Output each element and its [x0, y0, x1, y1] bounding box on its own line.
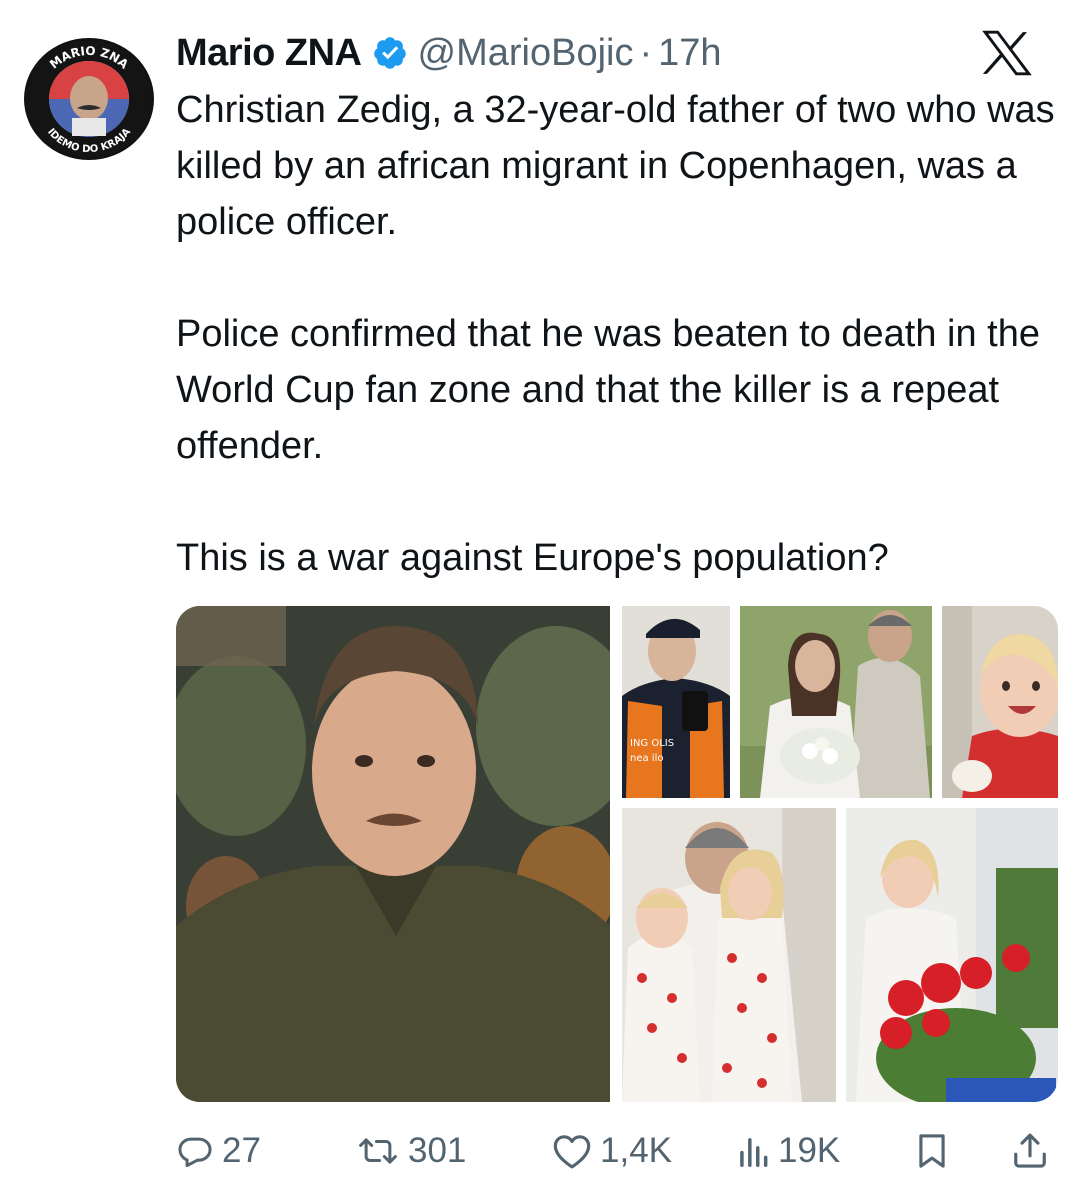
image-toddler[interactable]: [942, 606, 1058, 798]
media-grid[interactable]: ING OLIS nea ilo: [176, 606, 1058, 1102]
action-bar: 27 301 1,4K 19K: [176, 1122, 1058, 1180]
views-button[interactable]: 19K: [736, 1122, 840, 1180]
reply-button[interactable]: 27: [176, 1122, 261, 1180]
image-father-daughters[interactable]: [622, 808, 836, 1102]
heart-icon: [553, 1135, 591, 1169]
verified-badge-icon: [373, 37, 406, 69]
handle[interactable]: @MarioBojic: [418, 32, 634, 75]
views-count: 19K: [778, 1131, 841, 1170]
like-count: 1,4K: [600, 1131, 672, 1170]
share-button[interactable]: [1012, 1122, 1048, 1180]
x-logo-icon: [982, 30, 1032, 76]
svg-text:ING OLIS: ING OLIS: [630, 738, 674, 749]
tweet-header: Mario ZNA @MarioBojic · 17h: [176, 28, 722, 78]
tweet-paragraph-3: This is a war against Europe's populatio…: [176, 537, 889, 579]
image-girl-flowers[interactable]: [846, 808, 1058, 1102]
separator-dot: ·: [639, 31, 653, 74]
views-icon: [740, 1138, 768, 1167]
reply-count: 27: [222, 1131, 261, 1170]
tweet-text: Christian Zedig, a 32-year-old father of…: [176, 82, 1066, 586]
avatar-image: MARIO ZNA IDEMO DO KRAJA: [26, 40, 152, 158]
bookmark-button[interactable]: [916, 1122, 948, 1180]
avatar[interactable]: MARIO ZNA IDEMO DO KRAJA: [24, 38, 154, 160]
tweet-paragraph-2: Police confirmed that he was beaten to d…: [176, 313, 1040, 467]
display-name[interactable]: Mario ZNA: [176, 32, 362, 75]
repost-button[interactable]: 301: [356, 1122, 466, 1180]
repost-count: 301: [408, 1131, 467, 1170]
reply-icon: [178, 1137, 212, 1168]
image-portrait[interactable]: [176, 606, 610, 1102]
share-icon: [1014, 1133, 1046, 1168]
tweet: MARIO ZNA IDEMO DO KRAJA Mario ZNA @Mari…: [0, 0, 1083, 1200]
repost-icon: [359, 1138, 397, 1164]
bookmark-icon: [919, 1134, 945, 1168]
image-wedding[interactable]: [740, 606, 932, 798]
timestamp[interactable]: 17h: [658, 32, 721, 75]
svg-text:nea ilo: nea ilo: [630, 753, 663, 764]
like-button[interactable]: 1,4K: [552, 1122, 672, 1180]
tweet-paragraph-1: Christian Zedig, a 32-year-old father of…: [176, 89, 1055, 243]
image-police-officer[interactable]: ING OLIS nea ilo: [622, 606, 730, 798]
